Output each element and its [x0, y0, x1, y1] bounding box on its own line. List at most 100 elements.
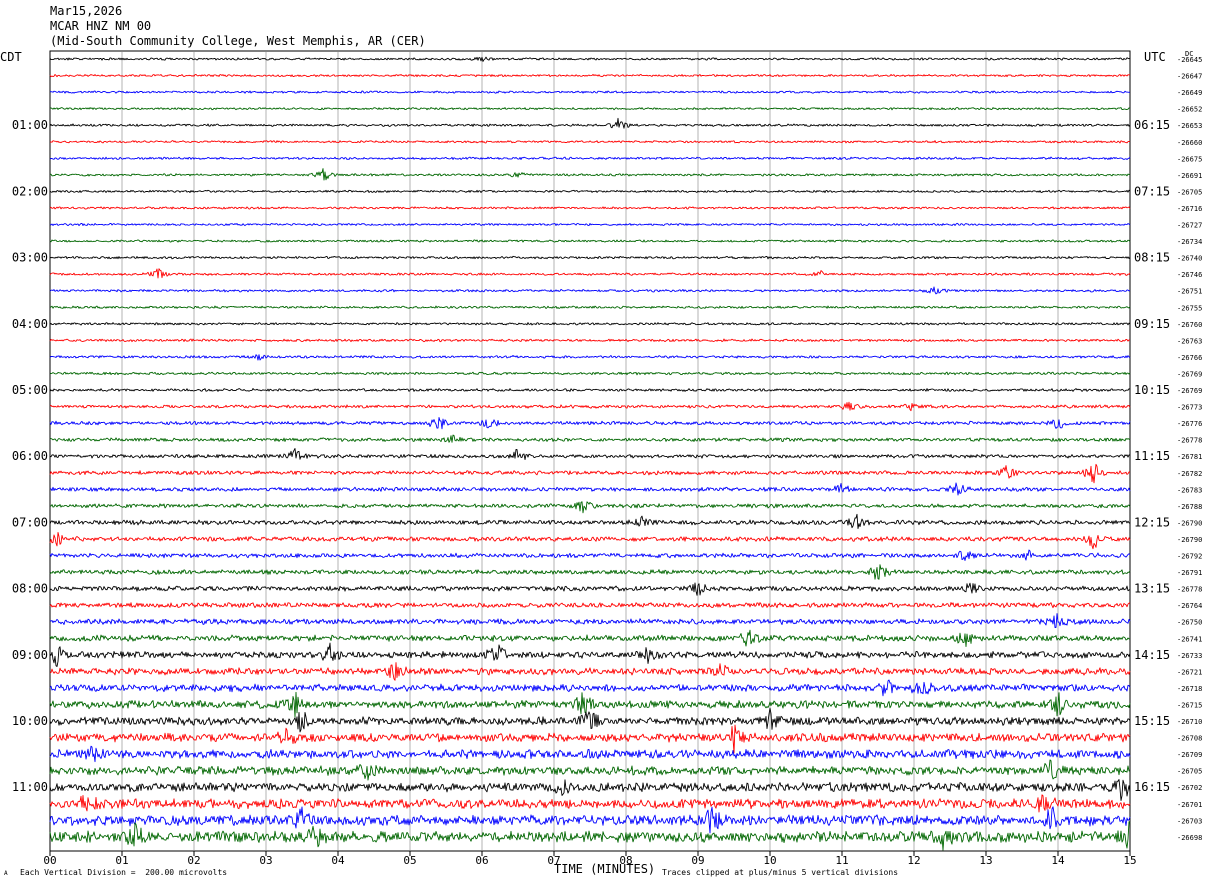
dc-offset-label: -26769 — [1177, 370, 1202, 378]
seismic-trace-23 — [49, 434, 1131, 443]
seismic-trace-6 — [49, 156, 1131, 160]
seismogram-plot: 00 01 02 03 04 05 06 07 08 09 10 11 12 13 14 15-26645-2… — [0, 50, 1202, 867]
dc-offset-label: -26766 — [1177, 354, 1202, 362]
x-tick-label: 12 — [907, 854, 920, 867]
utc-hour-label: 15:15 — [1134, 714, 1170, 728]
dc-offset-label: -26791 — [1177, 569, 1202, 577]
dc-offset-label: -26734 — [1177, 238, 1202, 246]
dc-offset-label: -26755 — [1177, 304, 1202, 312]
dc-offset-label: -26715 — [1177, 701, 1202, 709]
seismic-trace-22 — [49, 417, 1131, 430]
seismic-trace-5 — [49, 140, 1131, 144]
dc-offset-label: -26778 — [1177, 586, 1202, 594]
dc-offset-label: -26763 — [1177, 337, 1202, 345]
seismic-trace-25 — [49, 463, 1131, 484]
seismic-trace-35 — [49, 629, 1131, 648]
seismic-trace-28 — [49, 513, 1131, 529]
dc-offset-label: -26750 — [1177, 619, 1202, 627]
dc-offset-label: -26653 — [1177, 122, 1202, 130]
dc-offset-label: -26698 — [1177, 834, 1202, 842]
utc-axis-label: UTC — [1144, 50, 1166, 64]
dc-offset-label: -26769 — [1177, 387, 1202, 395]
dc-offset-label: -26746 — [1177, 271, 1202, 279]
x-tick-label: 09 — [691, 854, 704, 867]
cdt-hour-label: 01:00 — [12, 118, 48, 132]
dc-offset-label: -26782 — [1177, 470, 1202, 478]
seismic-trace-37 — [49, 662, 1131, 681]
seismic-trace-18 — [49, 354, 1131, 361]
dc-offset-label: -26727 — [1177, 222, 1202, 230]
dc-offset-label: -26733 — [1177, 652, 1202, 660]
dc-offset-label: -26773 — [1177, 404, 1202, 412]
cdt-hour-label: 08:00 — [12, 582, 48, 596]
seismic-trace-29 — [49, 531, 1131, 550]
seismic-trace-7 — [49, 168, 1131, 181]
cdt-hour-label: 03:00 — [12, 251, 48, 265]
dc-offset-label: -26778 — [1177, 437, 1202, 445]
seismic-trace-43 — [49, 759, 1131, 781]
dc-offset-label: -26792 — [1177, 553, 1202, 561]
utc-hour-label: 12:15 — [1134, 515, 1170, 529]
x-tick-label: 11 — [835, 854, 848, 867]
seismic-trace-10 — [49, 222, 1131, 227]
cdt-hour-label: 11:00 — [12, 780, 48, 794]
x-tick-label: 04 — [331, 854, 345, 867]
x-tick-label: 00 — [43, 854, 56, 867]
seismic-trace-30 — [49, 549, 1131, 561]
seismic-trace-14 — [49, 286, 1131, 295]
seismic-trace-19 — [49, 371, 1131, 376]
dc-offset-label: -26741 — [1177, 635, 1202, 643]
x-tick-label: 13 — [979, 854, 992, 867]
seismic-trace-33 — [49, 602, 1131, 609]
cdt-hour-label: 06:00 — [12, 449, 48, 463]
corner-mark: A — [4, 870, 8, 877]
seismic-trace-44 — [49, 779, 1131, 801]
utc-hour-label: 09:15 — [1134, 317, 1170, 331]
seismic-trace-45 — [49, 794, 1131, 813]
dc-offset-label: -26703 — [1177, 817, 1202, 825]
cdt-hour-label: 07:00 — [12, 515, 48, 529]
clip-note: Traces clipped at plus/minus 5 vertical … — [662, 868, 899, 877]
utc-hour-label: 10:15 — [1134, 383, 1170, 397]
seismic-trace-42 — [49, 745, 1131, 763]
x-axis-title: TIME (MINUTES) — [554, 862, 656, 876]
dc-offset-label: -26705 — [1177, 768, 1202, 776]
seismic-trace-36 — [49, 642, 1131, 667]
x-tick-label: 14 — [1051, 854, 1065, 867]
plot-frame — [49, 50, 1131, 852]
cdt-hour-label: 05:00 — [12, 383, 48, 397]
utc-hour-label: 06:15 — [1134, 118, 1170, 132]
utc-hour-label: 11:15 — [1134, 449, 1170, 463]
dc-offset-label: -26751 — [1177, 288, 1202, 296]
dc-offset-label: -26718 — [1177, 685, 1202, 693]
dc-offset-label: -26721 — [1177, 668, 1202, 676]
label-layer: 00 01 02 03 04 05 06 07 08 09 10 11 12 13 14 15-26645-2… — [0, 50, 1202, 867]
dc-offset-label: -26691 — [1177, 172, 1202, 180]
utc-hour-label: 16:15 — [1134, 780, 1170, 794]
dc-offset-label: -26716 — [1177, 205, 1202, 213]
seismic-trace-13 — [49, 268, 1131, 279]
dc-offset-label: -26701 — [1177, 801, 1202, 809]
x-tick-label: 05 — [403, 854, 416, 867]
x-tick-label: 03 — [259, 854, 272, 867]
seismic-trace-34 — [49, 613, 1131, 629]
dc-offset-label: -26790 — [1177, 536, 1202, 544]
cdt-axis-label: CDT — [0, 50, 22, 64]
seismic-trace-31 — [49, 564, 1131, 580]
dc-offset-label: -26702 — [1177, 784, 1202, 792]
seismic-trace-0 — [49, 56, 1131, 62]
seismic-trace-1 — [49, 73, 1131, 78]
seismic-trace-27 — [50, 501, 1131, 514]
seismic-trace-20 — [49, 388, 1131, 392]
seismic-trace-21 — [49, 401, 1131, 412]
dc-offset-label: -26764 — [1177, 602, 1202, 610]
dc-offset-label: -26660 — [1177, 139, 1202, 147]
utc-hour-label: 13:15 — [1134, 582, 1170, 596]
seismic-trace-26 — [49, 482, 1131, 496]
dc-offset-label: -26760 — [1177, 321, 1202, 329]
seismic-trace-4 — [49, 117, 1131, 129]
seismic-trace-41 — [49, 724, 1131, 754]
dc-header-label: DC — [1185, 50, 1193, 58]
x-tick-label: 10 — [763, 854, 776, 867]
seismic-trace-32 — [49, 582, 1131, 596]
